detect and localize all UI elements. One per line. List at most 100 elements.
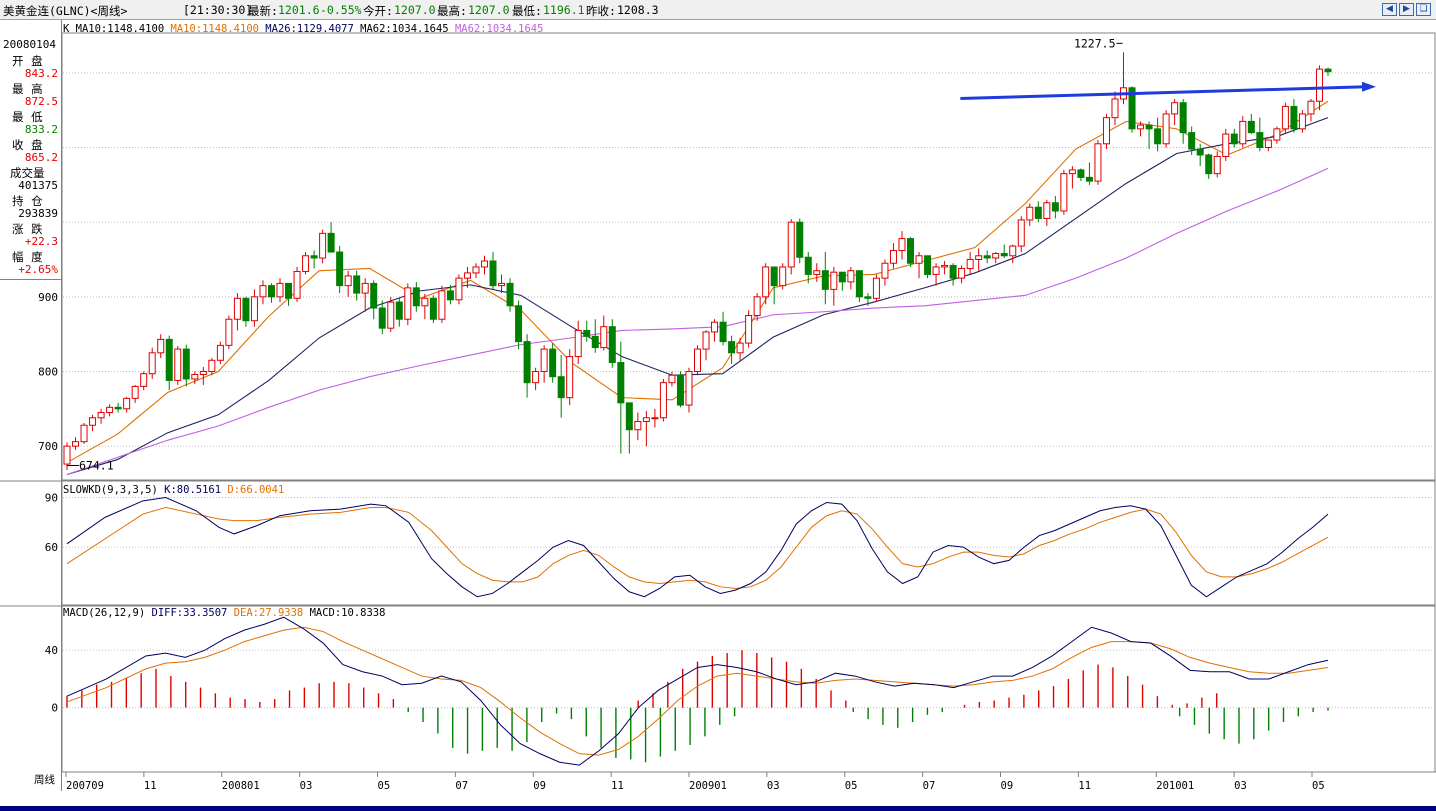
candle-body-up [1094,143,1102,182]
restore-icon[interactable]: ❏ [1416,3,1431,16]
candle-body-up [259,285,267,298]
candle-body-down [1205,154,1213,175]
candle-body-down [821,270,829,290]
macd-tick-label: 40 [45,644,58,657]
x-tick-label: 200801 [222,780,260,792]
price-panel-frame [61,32,1436,481]
candle-body-up [830,271,838,290]
ma62-header: MA62:1034.1645 [360,23,455,35]
candle-body-down [523,341,531,384]
low-price-annotation: 674.1 [79,458,114,472]
x-tick-label: 07 [455,780,468,792]
candle-body-up [1222,133,1230,157]
candle-body-up [1273,128,1281,141]
macd-title: MACD(26,12,9) [63,607,152,619]
trendline [960,85,1367,100]
candle-body-up [600,326,608,349]
ma-header-k: K MA10:1148.4100 [63,23,171,35]
candle-body-up [344,275,352,287]
candle-body-up [941,264,949,268]
x-tick-label: 200901 [689,780,727,792]
candle-body-up [1043,202,1051,219]
ma-line-ma10 [66,100,1329,464]
prev-close-value: 1208.3 [617,3,659,17]
candle-body-up [872,277,880,299]
candle-body-up [199,370,207,375]
candle-body-down [242,297,250,322]
candle-body-down [864,296,872,299]
low-label: 最低: [512,4,542,18]
candle-body-down [1324,68,1332,73]
candle-body-up [80,424,88,443]
candle-body-up [745,314,753,344]
macd-tick-label: 0 [51,702,58,715]
candle-body-down [412,287,420,307]
candle-body-down [591,335,599,349]
candle-body-up [63,445,71,465]
candle-body-down [1230,133,1238,145]
change-pct: -0.55% [320,3,362,17]
candle-body-up [898,238,906,252]
candle-body-up [1060,173,1068,212]
candle-body-up [915,255,923,264]
arrow-left-icon[interactable]: ◀ [1382,3,1397,16]
candle-body-up [651,417,659,420]
candle-body-up [498,282,506,287]
candle-body-up [455,277,463,301]
kd-panel-frame [61,480,1436,606]
futures-chart[interactable]: 7008009001227.5674.16090040200709 11 20080… [0,20,1436,806]
candle-body-up [472,266,480,274]
price-tick-label: 700 [38,440,58,453]
candle-body-up [1026,206,1034,221]
candle-body-up [233,297,241,320]
candle-body-up [1315,68,1323,102]
x-tick-label: 05 [1312,780,1325,792]
candle-body-up [123,397,131,410]
candle-body-up [787,221,795,268]
candle-body-down [370,282,378,309]
candle-body-down [353,275,361,294]
candle-body-down [796,221,804,258]
ma10-header: MA10:1148.4100 [170,23,266,35]
kd-d-line [66,506,1329,589]
candle-body-down [165,338,173,381]
candle-body-up [1009,245,1017,257]
candle-body-down [446,290,454,301]
candle-body-down [1051,202,1059,212]
candle-body-up [1162,113,1170,145]
candle-body-up [89,417,97,426]
candle-body-up [361,282,369,294]
candle-body-up [1239,120,1247,145]
macd-diff-value: DIFF:33.3507 [151,607,234,619]
x-tick-label: 07 [923,780,936,792]
macd-dea-value: DEA:27.9338 [233,607,310,619]
latest-label: 最新: [248,4,278,18]
candle-body-down [855,270,863,298]
price-panel-header: K MA10:1148.4100 MA10:1148.4100 MA26:112… [63,23,543,35]
candle-body-up [1137,124,1145,130]
candle-body-up [387,301,395,329]
candle-body-up [148,352,156,375]
candle-body-down [770,266,778,287]
high-value: 1207.0 [468,3,510,17]
candle-body-down [1247,120,1255,134]
candle-body-up [540,348,548,372]
candle-body-up [532,370,540,384]
candle-body-up [975,255,983,261]
candle-body-up [659,382,667,419]
candle-body-up [1102,117,1110,145]
open-value: 1207.0 [394,3,436,17]
candle-body-up [847,270,855,283]
candle-body-up [762,266,770,298]
kd-tick-label: 60 [45,541,58,554]
low-value: 1196.1 [543,3,585,17]
candle-body-up [140,373,148,387]
arrow-right-icon[interactable]: ▶ [1399,3,1414,16]
candle-body-down [395,301,403,320]
kd-title: SLOWKD(9,3,3,5) [63,484,165,496]
candle-body-up [131,385,139,399]
x-tick-label: 11 [144,780,157,792]
candle-body-up [1281,105,1289,130]
candle-body-down [728,341,736,354]
x-tick-label: 11 [611,780,624,792]
